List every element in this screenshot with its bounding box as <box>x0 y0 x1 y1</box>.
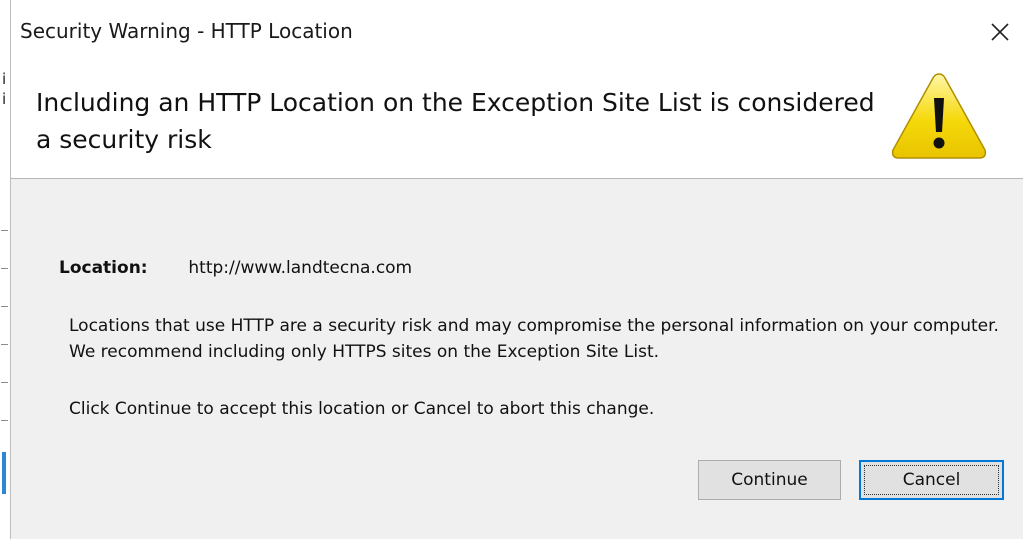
background-window-edge: i i <box>0 0 11 539</box>
background-divider <box>1 306 8 307</box>
continue-button[interactable]: Continue <box>698 460 841 500</box>
cancel-button-label: Cancel <box>902 470 961 490</box>
cancel-button[interactable]: Cancel <box>859 460 1004 500</box>
location-label: Location: <box>59 258 148 278</box>
title-bar: Security Warning - HTTP Location <box>11 0 1023 62</box>
background-divider <box>1 230 8 231</box>
close-icon <box>991 23 1009 41</box>
background-divider <box>1 344 8 345</box>
instruction-text: Click Continue to accept this location o… <box>69 399 655 419</box>
location-value: http://www.landtecna.com <box>188 258 413 278</box>
background-text-fragment: i <box>2 70 7 88</box>
header-title: Including an HTTP Location on the Except… <box>36 88 875 154</box>
background-selection-marker <box>2 452 6 494</box>
background-divider <box>1 268 8 269</box>
background-divider <box>1 420 8 421</box>
background-divider <box>1 382 8 383</box>
close-button[interactable] <box>977 12 1023 52</box>
warning-icon <box>891 73 987 159</box>
window-title: Security Warning - HTTP Location <box>20 19 353 43</box>
location-row: Location: http://www.landtecna.com <box>59 258 412 278</box>
background-text-fragment: i <box>2 90 7 108</box>
dialog-header: Including an HTTP Location on the Except… <box>11 62 1023 179</box>
continue-button-label: Continue <box>731 470 808 490</box>
security-warning-dialog: Security Warning - HTTP Location Includi… <box>11 0 1023 539</box>
risk-description: Locations that use HTTP are a security r… <box>69 316 999 362</box>
